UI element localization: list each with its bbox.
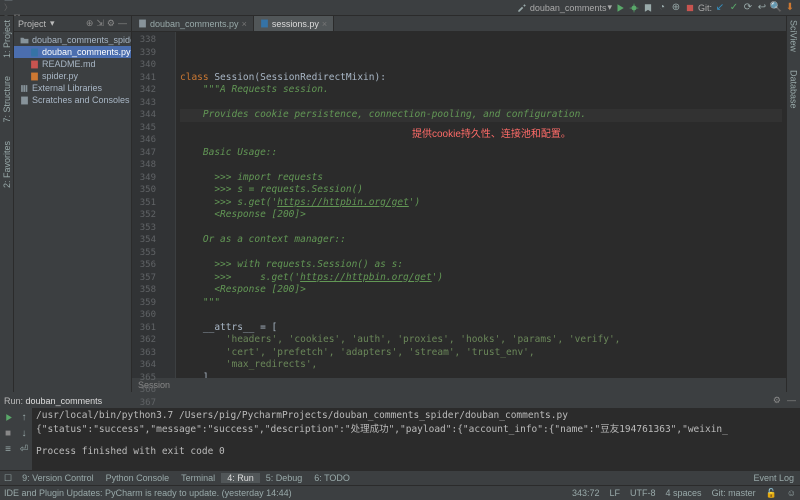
tree-root[interactable]: douban_comments_spide — [14, 34, 131, 46]
project-tool-window: Project ▾ ⊕ ⇲ ⚙ — douban_comments_spide … — [14, 16, 132, 392]
git-label: Git: — [698, 3, 712, 13]
breadcrumb-item[interactable]: 3.7 — [4, 0, 87, 2]
git-revert-icon[interactable]: ↩ — [756, 2, 768, 14]
ide-update-icon[interactable]: ⬇ — [784, 2, 796, 14]
translation-overlay: 提供cookie持久性、连接池和配置。 — [412, 125, 571, 140]
tool-terminal[interactable]: Terminal — [175, 473, 221, 483]
library-icon — [20, 84, 29, 93]
attach-icon[interactable]: ⊕ — [670, 2, 682, 14]
coverage-icon[interactable] — [642, 2, 654, 14]
sciview-tool-button[interactable]: SciView — [789, 20, 799, 52]
bottom-tool-bar: ☐ 9: Version Control Python Console Term… — [0, 470, 800, 485]
editor-tabs: douban_comments.py ×sessions.py × — [132, 16, 786, 32]
line-gutter[interactable]: 338 339 340 341 342 343 344 345 346 347 … — [132, 32, 162, 378]
run-tool-window: Run: douban_comments ⚙ — ■ ≡ ↑ ↓ ⏎ /usr/… — [0, 392, 800, 470]
hide-icon[interactable]: — — [118, 18, 127, 29]
favorites-tool-button[interactable]: 2: Favorites — [2, 141, 12, 188]
run-title-prefix: Run: — [4, 396, 23, 406]
editor-tab[interactable]: sessions.py × — [254, 16, 334, 31]
structure-tool-button[interactable]: 7: Structure — [2, 76, 12, 123]
caret-position[interactable]: 343:72 — [572, 488, 600, 498]
database-tool-button[interactable]: Database — [789, 70, 799, 109]
left-toolwindow-strip: 1: Project 7: Structure 2: Favorites — [0, 16, 14, 392]
gear-icon[interactable]: ⚙ — [107, 18, 115, 29]
select-opened-file-icon[interactable]: ⊕ — [86, 18, 94, 29]
layout-icon[interactable]: ≡ — [2, 443, 14, 455]
profiler-icon[interactable]: ◔ — [656, 2, 668, 14]
search-icon[interactable]: 🔍 — [770, 2, 782, 14]
tree-file-douban[interactable]: douban_comments.py — [14, 46, 131, 58]
scratch-icon — [20, 96, 29, 105]
editor-breadcrumbs[interactable]: Session — [132, 378, 786, 392]
tree-scratches[interactable]: Scratches and Consoles — [14, 94, 131, 106]
editor-tab[interactable]: douban_comments.py × — [132, 16, 254, 31]
rerun-icon[interactable] — [2, 411, 14, 423]
collapse-all-icon[interactable]: ⇲ — [96, 18, 104, 29]
tree-file-readme[interactable]: README.md — [14, 58, 131, 70]
tool-python-console[interactable]: Python Console — [100, 473, 176, 483]
status-message[interactable]: IDE and Plugin Updates: PyCharm is ready… — [4, 488, 292, 498]
project-tool-button[interactable]: 1: Project — [2, 20, 12, 58]
lock-icon[interactable]: 🔓 — [766, 488, 777, 499]
run-side-toolbar-2: ↑ ↓ ⏎ — [16, 408, 32, 470]
project-header: Project — [18, 19, 46, 29]
git-commit-icon[interactable]: ✓ — [728, 2, 740, 14]
indent-status[interactable]: 4 spaces — [666, 488, 702, 498]
run-config-name: douban_comments — [26, 396, 103, 406]
git-branch[interactable]: Git: master — [712, 488, 756, 498]
tree-external-libs[interactable]: External Libraries — [14, 82, 131, 94]
status-bar: IDE and Plugin Updates: PyCharm is ready… — [0, 485, 800, 500]
python-file-icon — [30, 48, 39, 57]
code-area[interactable]: class Session(SessionRedirectMixin): """… — [176, 32, 786, 378]
stop-icon[interactable]: ■ — [2, 427, 14, 439]
right-toolwindow-strip: SciView Database — [786, 16, 800, 392]
tool-run[interactable]: 4: Run — [221, 473, 260, 483]
git-update-icon[interactable]: ↙ — [714, 2, 726, 14]
navigation-bar: Library〉Frameworks〉Python.framework〉Vers… — [0, 0, 800, 16]
tree-file-spider[interactable]: spider.py — [14, 70, 131, 82]
hector-icon[interactable]: ☺ — [787, 488, 796, 498]
git-history-icon[interactable]: ⟳ — [742, 2, 754, 14]
tool-todo[interactable]: 6: TODO — [308, 473, 356, 483]
tool-debug[interactable]: 5: Debug — [260, 473, 309, 483]
tool-version-control[interactable]: 9: Version Control — [16, 473, 100, 483]
status-indicator-icon[interactable]: ☐ — [0, 473, 16, 484]
run-side-toolbar: ■ ≡ — [0, 408, 16, 470]
run-config-selector[interactable]: douban_comments ▾ — [530, 2, 612, 13]
up-icon[interactable]: ↑ — [18, 411, 30, 423]
run-icon[interactable] — [614, 2, 626, 14]
marker-gutter[interactable] — [162, 32, 176, 378]
folder-icon — [20, 36, 29, 45]
markdown-file-icon — [30, 60, 39, 69]
stop-icon[interactable] — [684, 2, 696, 14]
debug-icon[interactable] — [628, 2, 640, 14]
console-output[interactable]: /usr/local/bin/python3.7 /Users/pig/Pych… — [32, 408, 800, 470]
hide-icon[interactable]: — — [787, 395, 796, 406]
project-tree[interactable]: douban_comments_spide douban_comments.py… — [14, 32, 131, 108]
tool-event-log[interactable]: Event Log — [747, 473, 800, 483]
gear-icon[interactable]: ⚙ — [773, 395, 781, 406]
hammer-icon[interactable] — [516, 2, 528, 14]
line-separator[interactable]: LF — [610, 488, 621, 498]
wrap-icon[interactable]: ⏎ — [18, 443, 30, 455]
file-encoding[interactable]: UTF-8 — [630, 488, 656, 498]
down-icon[interactable]: ↓ — [18, 427, 30, 439]
python-file-icon — [30, 72, 39, 81]
